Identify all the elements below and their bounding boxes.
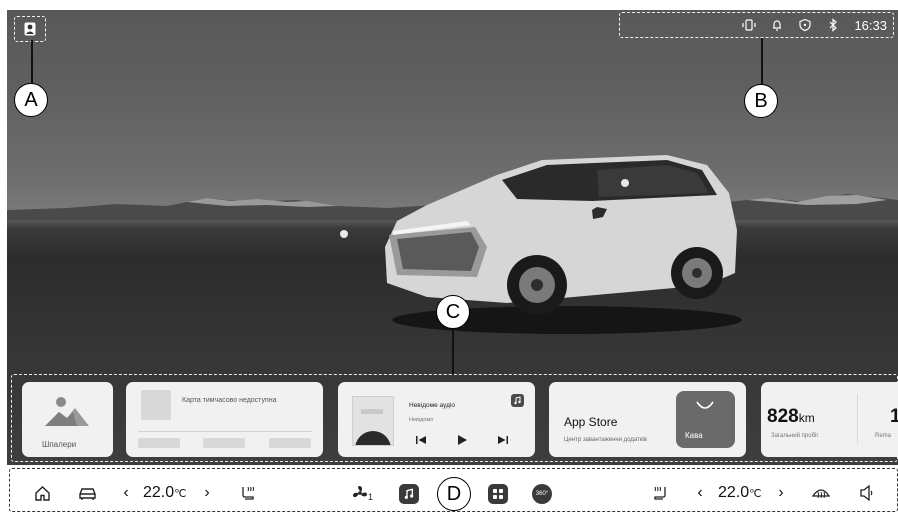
music-note-icon <box>514 396 521 405</box>
passenger-temp-unit: ℃ <box>749 487 762 500</box>
odometer-divider <box>857 394 858 444</box>
passenger-temp-value: 22.0 <box>718 484 750 501</box>
defrost-button[interactable] <box>811 484 831 502</box>
camera-360-icon: 360° <box>532 484 552 504</box>
callout-b-leader <box>761 38 763 84</box>
passenger-temp-decrease[interactable]: ‹ <box>695 484 705 502</box>
map-placeholder-thumb <box>141 390 171 420</box>
callout-a-leader <box>31 40 33 84</box>
home-button[interactable] <box>33 484 51 502</box>
featured-app-label: Кава <box>685 431 703 440</box>
map-shortcut-placeholder[interactable] <box>269 438 311 448</box>
bell-icon[interactable] <box>770 18 784 32</box>
app-grid-icon <box>488 484 508 504</box>
album-art <box>352 396 394 446</box>
wallpaper-image-icon <box>45 397 89 426</box>
callout-a: A <box>14 83 48 117</box>
map-shortcut-placeholder[interactable] <box>138 438 180 448</box>
fan-icon <box>353 486 367 498</box>
callout-b: B <box>744 84 778 118</box>
app-menu-button[interactable] <box>488 484 508 504</box>
next-track-icon[interactable] <box>497 435 509 445</box>
remaining-label: Rema <box>875 433 892 439</box>
hotspot-dot[interactable] <box>621 179 629 187</box>
featured-app-tile[interactable]: Кава <box>676 391 735 448</box>
grid-icon <box>493 489 503 499</box>
home-icon <box>34 485 50 501</box>
map-shortcut-placeholder[interactable] <box>203 438 245 448</box>
odometer-label: Загальний пробіг <box>771 433 819 439</box>
music-note-icon <box>404 488 414 499</box>
vinyl-record-icon <box>355 431 391 445</box>
driver-seat-heat-button[interactable] <box>239 484 257 502</box>
driver-temp-value: 22.0 <box>143 484 175 501</box>
app-store-title: App Store <box>564 415 618 429</box>
volume-button[interactable] <box>858 484 874 502</box>
album-art-label-strip <box>361 409 383 414</box>
map-card[interactable]: Карта тимчасово недоступна <box>126 382 323 457</box>
phone-projection-icon[interactable] <box>742 18 757 32</box>
music-tile-icon <box>399 484 419 504</box>
shield-icon[interactable] <box>798 18 812 32</box>
map-divider <box>138 431 312 432</box>
camera-360-label: 360° <box>535 491 549 497</box>
track-title: Невідоме аудіо <box>409 402 455 409</box>
play-icon[interactable] <box>456 434 468 446</box>
user-icon <box>24 22 36 36</box>
track-artist: Невідомо <box>409 417 434 423</box>
previous-track-icon[interactable] <box>415 435 427 445</box>
seat-heat-icon <box>242 486 254 500</box>
callout-c-leader <box>452 329 454 375</box>
callout-d: D <box>437 477 471 511</box>
driver-temp-unit: ℃ <box>174 487 187 500</box>
vehicle-image <box>385 155 742 334</box>
fan-speed-button[interactable]: 1 <box>352 484 373 502</box>
wallpaper-label: Шпалери <box>42 440 77 449</box>
media-card[interactable]: Невідоме аудіо Невідомо <box>338 382 535 457</box>
map-unavailable-text: Карта тимчасово недоступна <box>182 397 277 404</box>
wallpaper-card[interactable]: Шпалери <box>22 382 113 457</box>
callout-c: C <box>436 295 470 329</box>
passenger-temp-display: 22.0 ℃ <box>718 484 762 502</box>
app-store-card[interactable]: App Store Центр завантаження додатків Ка… <box>549 382 746 457</box>
hotspot-dot[interactable] <box>340 230 348 238</box>
speaker-icon <box>860 485 873 501</box>
clock-time: 16:33 <box>854 17 887 33</box>
driver-temp-decrease[interactable]: ‹ <box>121 484 131 502</box>
driver-temp-display: 22.0 ℃ <box>143 484 187 502</box>
odometer-card[interactable]: 828km Загальний пробіг 1 Rema <box>761 382 898 457</box>
instruction-figure: 16:33 A B C Шпалери Карта тимчасово недо… <box>0 0 898 515</box>
defrost-icon <box>812 489 830 499</box>
status-bar: 16:33 <box>619 12 894 38</box>
passenger-seat-heat-button[interactable] <box>651 484 669 502</box>
vehicle-button[interactable] <box>77 484 97 502</box>
odometer-unit: km <box>798 411 815 425</box>
odometer-value: 828km <box>767 406 815 428</box>
media-shortcut-button[interactable] <box>399 484 419 504</box>
user-profile-button[interactable] <box>14 16 46 42</box>
media-source-button[interactable] <box>511 394 524 407</box>
bluetooth-icon[interactable] <box>826 18 840 32</box>
remaining-value: 1 <box>890 406 898 427</box>
app-store-subtitle: Центр завантаження додатків <box>564 437 647 443</box>
passenger-temp-increase[interactable]: › <box>776 484 786 502</box>
odometer-number: 828 <box>767 406 799 427</box>
seat-heat-icon <box>654 486 666 500</box>
store-bag-icon <box>696 401 714 409</box>
driver-temp-increase[interactable]: › <box>202 484 212 502</box>
car-icon <box>78 487 96 500</box>
camera-360-button[interactable]: 360° <box>532 484 552 504</box>
fan-level: 1 <box>368 491 374 502</box>
